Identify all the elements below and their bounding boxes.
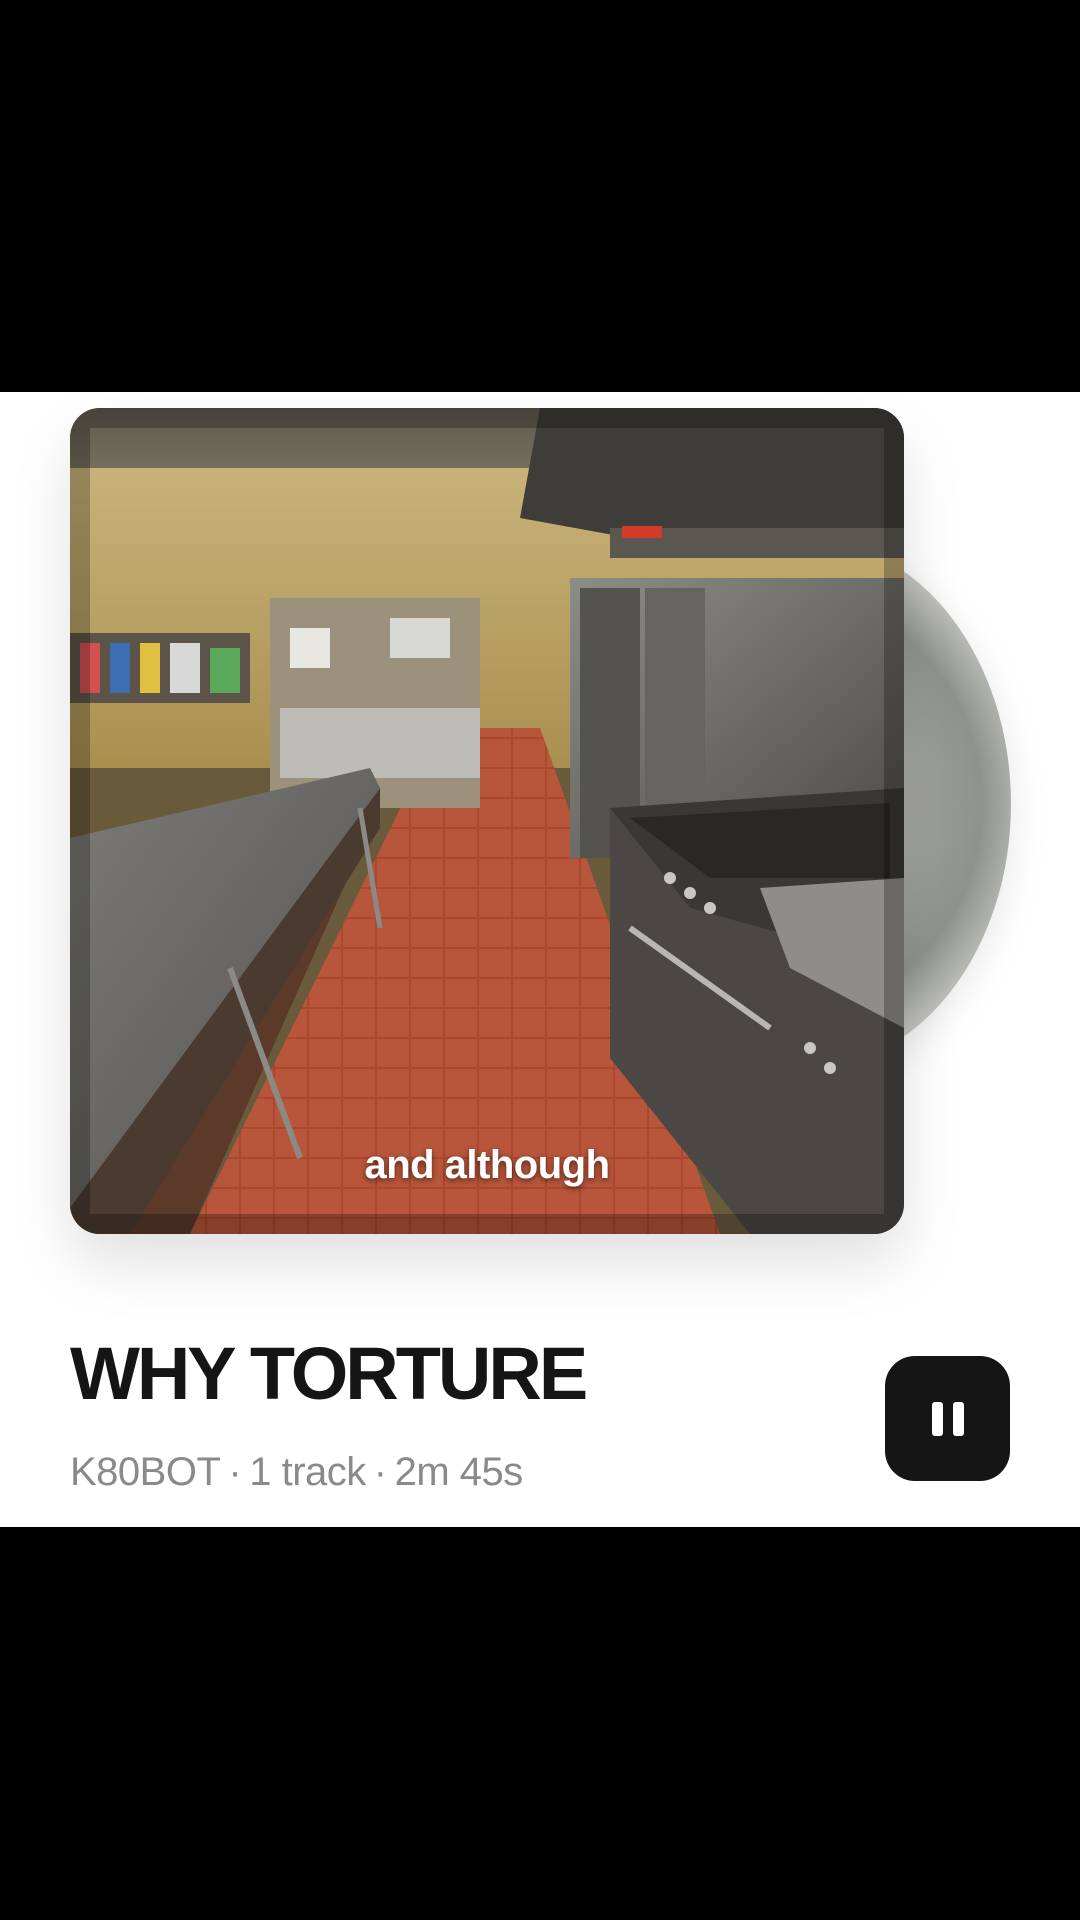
playlist-title: WHY TORTURE: [70, 1332, 588, 1415]
pause-icon: [931, 1401, 964, 1436]
playlist-meta: K80BOT · 1 track · 2m 45s: [70, 1452, 523, 1492]
track-count: 1 track: [249, 1450, 366, 1494]
cover-artwork[interactable]: and although: [70, 408, 904, 1234]
screen: and although WHY TORTURE K80BOT · 1 track ·…: [0, 0, 1080, 1920]
kitchen-photo: [70, 408, 904, 1234]
lyric-caption: and although: [364, 1143, 610, 1187]
duration: 2m 45s: [394, 1450, 524, 1494]
pause-button[interactable]: [885, 1356, 1010, 1481]
separator: ·: [228, 1450, 242, 1494]
separator: ·: [373, 1450, 387, 1494]
playlist-card: and although WHY TORTURE K80BOT · 1 track ·…: [0, 392, 1080, 1527]
artist-name[interactable]: K80BOT: [70, 1450, 221, 1494]
